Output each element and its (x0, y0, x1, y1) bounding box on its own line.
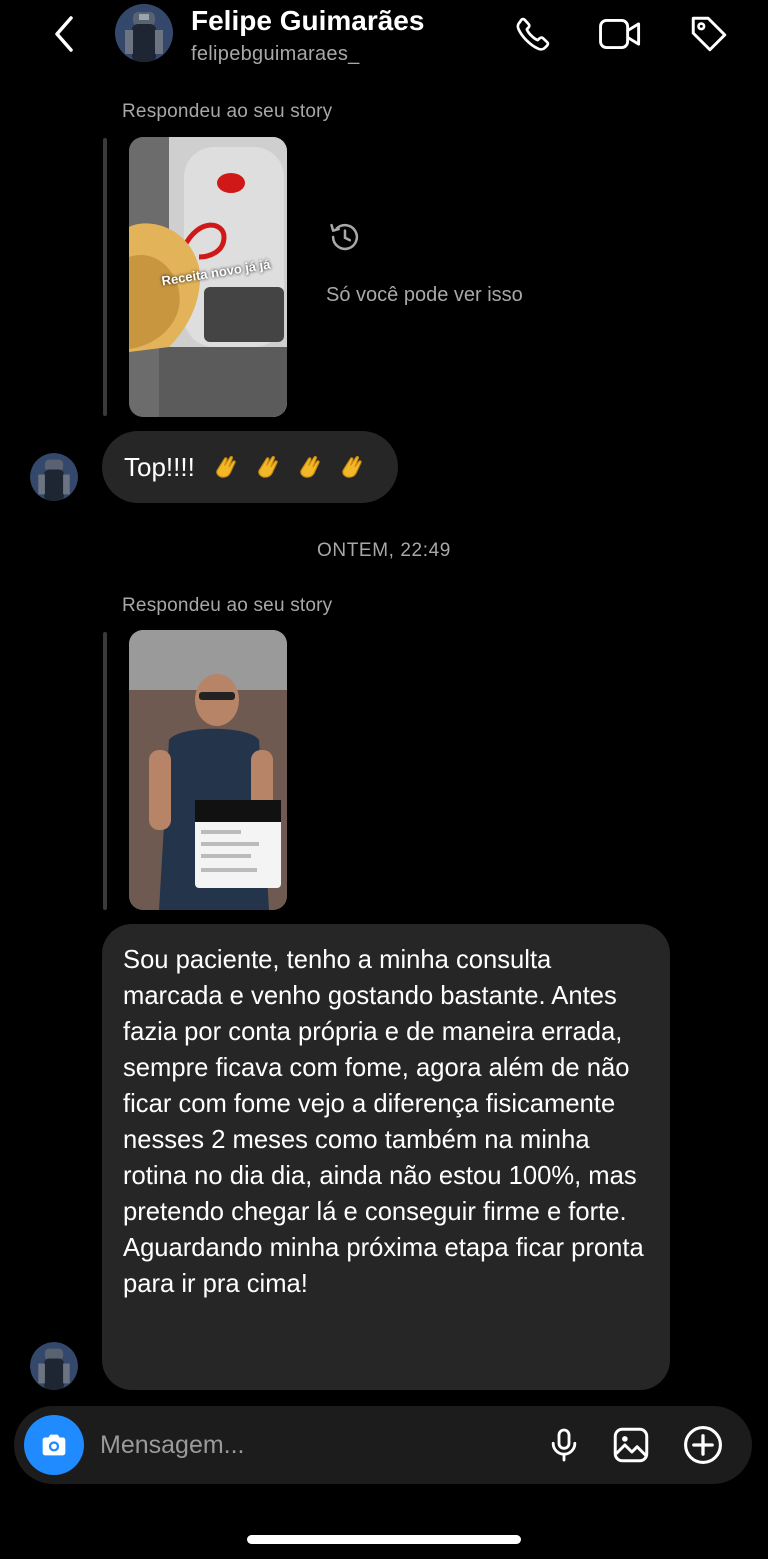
story-thumbnail[interactable]: Receita novo já já (129, 137, 287, 417)
private-note-text: Só você pode ver isso (326, 284, 523, 306)
message-text-long: Sou paciente, tenho a minha consulta mar… (123, 946, 644, 1298)
clapping-hands-icon (209, 450, 369, 484)
timestamp: ONTEM, 22:49 (317, 540, 451, 561)
voice-message-button[interactable] (542, 1423, 586, 1467)
header-avatar[interactable] (115, 4, 173, 62)
chat-header: Felipe Guimarães felipebguimaraes_ (0, 0, 768, 80)
message-bubble-long[interactable]: Sou paciente, tenho a minha consulta mar… (102, 924, 670, 1390)
reply-divider (103, 138, 107, 416)
more-options-button[interactable] (681, 1423, 725, 1467)
history-icon (330, 223, 359, 251)
plus-icon (684, 1426, 722, 1464)
microphone-icon (551, 1428, 577, 1462)
message-input[interactable] (100, 1424, 520, 1466)
tag-icon (691, 16, 727, 52)
camera-icon (42, 1434, 66, 1456)
video-icon (599, 19, 641, 49)
video-call-button[interactable] (598, 12, 642, 56)
home-indicator[interactable] (247, 1535, 521, 1544)
contact-username[interactable]: felipebguimaraes_ (191, 43, 360, 66)
tag-button[interactable] (687, 12, 731, 56)
gallery-icon (613, 1427, 649, 1463)
phone-icon (516, 17, 550, 51)
camera-button[interactable] (24, 1415, 84, 1475)
sender-avatar-2[interactable] (30, 1342, 78, 1390)
back-chevron-icon (55, 16, 73, 52)
call-button[interactable] (511, 12, 555, 56)
message-bubble[interactable]: Top!!!! (102, 431, 398, 503)
private-note-icon-wrap (326, 218, 364, 261)
story-thumbnail-2[interactable] (129, 630, 287, 910)
sender-avatar[interactable] (30, 453, 78, 501)
gallery-button[interactable] (609, 1423, 653, 1467)
back-button[interactable] (44, 14, 84, 54)
contact-name[interactable]: Felipe Guimarães (191, 5, 424, 37)
reply-divider-2 (103, 632, 107, 910)
message-composer (14, 1406, 752, 1484)
story-reply-label: Respondeu ao seu story (122, 101, 333, 122)
message-text: Top!!!! (124, 451, 195, 482)
story-reply-label-2: Respondeu ao seu story (122, 595, 333, 616)
